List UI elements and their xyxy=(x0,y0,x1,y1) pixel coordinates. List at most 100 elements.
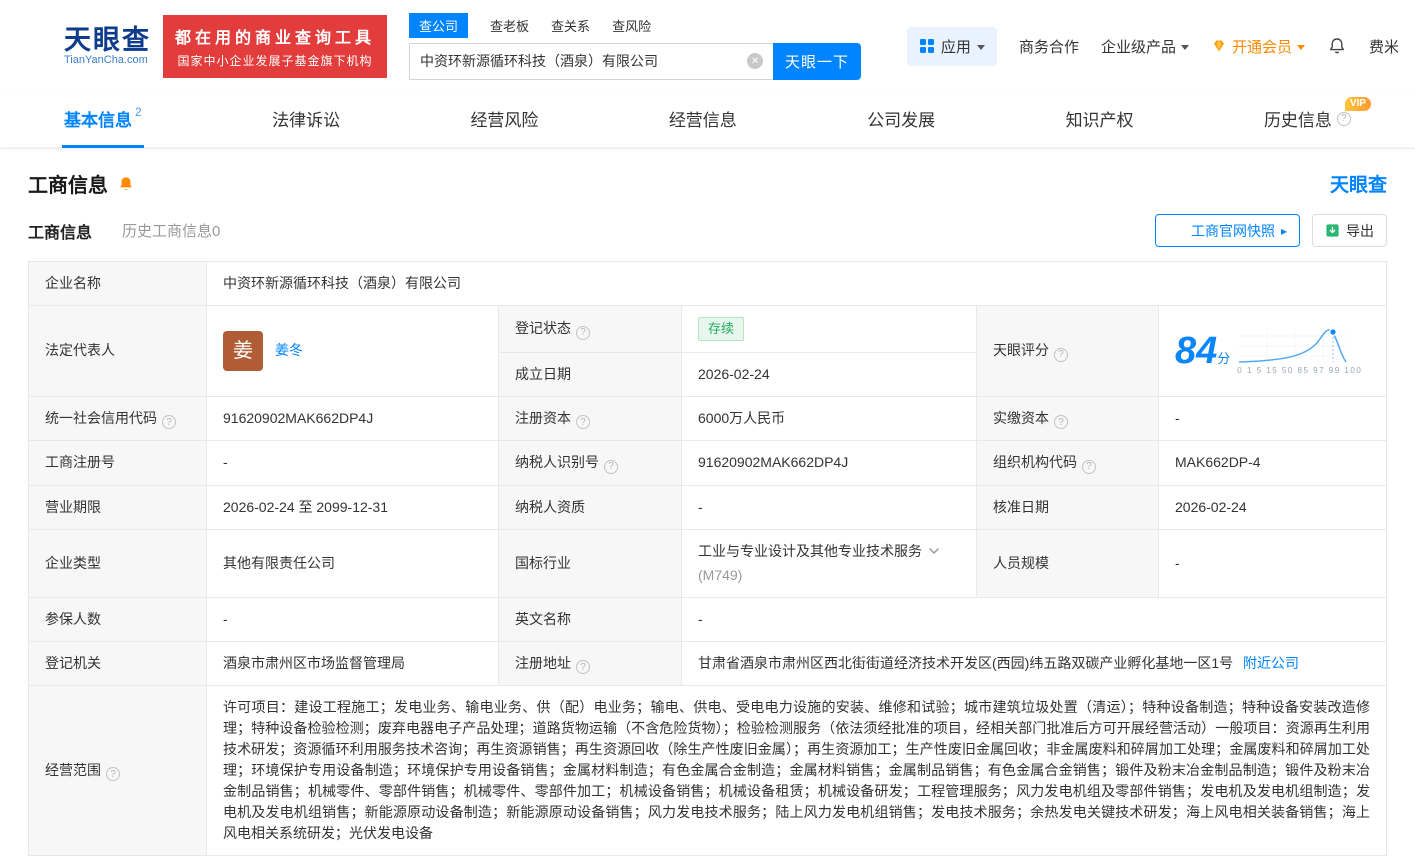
open-vip-menu[interactable]: 开通会员 xyxy=(1211,36,1305,57)
industry-value: 工业与专业设计及其他专业技术服务 (M749) xyxy=(681,528,977,598)
reg-authority-value: 酒泉市肃州区市场监督管理局 xyxy=(206,640,499,686)
tab-operating-info[interactable]: 经营信息 xyxy=(667,92,739,148)
header-right-menu: 应用 商务合作 企业级产品 开通会员 费米 xyxy=(906,26,1399,66)
search-area: 查公司 查老板 查关系 查风险 天眼一下 xyxy=(409,12,862,80)
reg-number-value: - xyxy=(206,440,499,486)
section-header: 工商信息 天眼查 xyxy=(0,149,1415,204)
tab-basic-info[interactable]: 基本信息 2 xyxy=(62,92,144,148)
help-icon[interactable] xyxy=(1054,415,1068,429)
tianyancha-logo[interactable]: 天眼查 TianYanCha.com xyxy=(10,23,151,69)
tab-risk-label: 经营风险 xyxy=(470,111,539,130)
brand-name: 天眼查 xyxy=(64,24,151,55)
help-icon[interactable] xyxy=(1054,347,1068,362)
tab-legal-proceedings[interactable]: 法律诉讼 xyxy=(270,92,342,148)
snapshot-label: 工商官网快照 xyxy=(1190,222,1275,239)
label-reg-address: 注册地址 xyxy=(498,640,682,686)
table-row: 工商注册号 - 纳税人识别号 91620902MAK662DP4J 组织机构代码… xyxy=(28,440,1387,486)
search-tab-relation[interactable]: 查关系 xyxy=(551,13,590,38)
label-english-name: 英文名称 xyxy=(498,596,682,642)
status-badge: 存续 xyxy=(698,317,745,341)
paid-capital-value: - xyxy=(1158,395,1387,441)
tab-legal-label: 法律诉讼 xyxy=(272,111,341,130)
label-business-term: 营业期限 xyxy=(28,484,207,530)
tianyan-score-cell[interactable]: 84分 0 1 5 15 50 85 97 99 100 xyxy=(1158,305,1387,397)
help-icon[interactable] xyxy=(576,660,590,674)
export-button[interactable]: 导出 xyxy=(1312,214,1387,247)
taxpayer-id-value: 91620902MAK662DP4J xyxy=(681,440,977,486)
help-icon[interactable] xyxy=(576,415,590,429)
export-label: 导出 xyxy=(1346,222,1374,239)
apps-menu[interactable]: 应用 xyxy=(906,26,997,66)
help-icon[interactable] xyxy=(604,459,618,474)
subscribe-bell-icon[interactable] xyxy=(117,175,135,193)
table-row: 统一社会信用代码 91620902MAK662DP4J 注册资本 6000万人民… xyxy=(28,395,1387,441)
table-row: 经营范围 许可项目：建设工程施工；发电业务、输电业务、供（配）电业务；输电、供电… xyxy=(28,685,1387,856)
legal-rep-name-link[interactable]: 姜冬 xyxy=(275,340,303,361)
search-bar: 天眼一下 xyxy=(409,42,862,80)
help-icon[interactable] xyxy=(1082,459,1096,474)
vip-badge: VIP xyxy=(1344,97,1371,111)
legal-rep-avatar[interactable]: 姜 xyxy=(223,330,263,371)
label-credit-code: 统一社会信用代码 xyxy=(28,395,207,441)
label-business-scope: 经营范围 xyxy=(28,685,207,856)
label-reg-number: 工商注册号 xyxy=(28,440,207,486)
search-tab-company[interactable]: 查公司 xyxy=(409,12,469,38)
section-brand-mark: 天眼查 xyxy=(1303,170,1387,197)
table-row: 营业期限 2026-02-24 至 2099-12-31 纳税人资质 - 核准日… xyxy=(28,484,1387,530)
clear-search-icon[interactable] xyxy=(747,53,764,69)
org-code-value: MAK662DP-4 xyxy=(1158,440,1387,486)
company-type-value: 其他有限责任公司 xyxy=(206,528,499,598)
notifications-bell-icon[interactable] xyxy=(1327,36,1347,56)
label-org-code: 组织机构代码 xyxy=(976,440,1159,486)
subtab-history-business-info[interactable]: 历史工商信息0 xyxy=(122,220,220,241)
label-taxpayer-quality: 纳税人资质 xyxy=(498,484,682,530)
label-staff-size: 人员规模 xyxy=(976,528,1159,598)
score-value: 84 xyxy=(1175,329,1218,372)
help-icon[interactable] xyxy=(162,415,176,429)
label-reg-status: 登记状态 xyxy=(498,305,682,353)
label-paid-capital: 实缴资本 xyxy=(976,395,1159,441)
approval-date-value: 2026-02-24 xyxy=(1158,484,1387,530)
search-input-wrap xyxy=(409,42,774,80)
table-row: 参保人数 - 英文名称 - xyxy=(28,596,1387,642)
tab-operating-risk[interactable]: 经营风险 xyxy=(468,92,540,148)
section-brand-text: 天眼查 xyxy=(1329,175,1387,196)
search-tab-risk[interactable]: 查风险 xyxy=(612,13,651,38)
open-vip-label: 开通会员 xyxy=(1231,38,1292,56)
table-row: 法定代表人 姜 姜冬 登记状态 存续 天眼评分 84分 xyxy=(28,305,1387,397)
tab-operation-label: 经营信息 xyxy=(668,111,737,130)
help-icon[interactable] xyxy=(1336,111,1351,126)
official-snapshot-button[interactable]: 工商官网快照 xyxy=(1154,214,1300,247)
search-button[interactable]: 天眼一下 xyxy=(773,42,862,80)
label-tianyan-score: 天眼评分 xyxy=(976,305,1159,397)
help-icon[interactable] xyxy=(576,325,590,340)
tianyancha-mini-logo-icon xyxy=(1303,173,1325,195)
score-curve-chart xyxy=(1239,328,1348,363)
business-cooperation-link[interactable]: 商务合作 xyxy=(1019,36,1079,57)
taxpayer-quality-value: - xyxy=(681,484,977,530)
username[interactable]: 费米 xyxy=(1369,36,1399,57)
tab-history-info[interactable]: 历史信息 VIP xyxy=(1262,92,1371,148)
search-input[interactable] xyxy=(420,53,748,69)
industry-expander[interactable]: 工业与专业设计及其他专业技术服务 xyxy=(698,541,960,562)
business-term-value: 2026-02-24 至 2099-12-31 xyxy=(206,484,499,530)
legal-rep-cell: 姜 姜冬 xyxy=(206,305,499,397)
nearby-company-link[interactable]: 附近公司 xyxy=(1243,655,1299,671)
section-title: 工商信息 xyxy=(28,175,108,197)
help-icon[interactable] xyxy=(106,767,120,782)
enterprise-products-label: 企业级产品 xyxy=(1100,38,1176,56)
enterprise-products-menu[interactable]: 企业级产品 xyxy=(1101,36,1189,57)
business-scope-value: 许可项目：建设工程施工；发电业务、输电业务、供（配）电业务；输电、供电、受电电力… xyxy=(206,685,1387,856)
subtab-business-info[interactable]: 工商信息 xyxy=(28,219,92,243)
tianyancha-logo-icon xyxy=(10,23,56,69)
search-tab-boss[interactable]: 查老板 xyxy=(490,13,529,38)
subtab-row: 工商信息 历史工商信息0 工商官网快照 导出 xyxy=(0,204,1415,259)
tab-intellectual-property[interactable]: 知识产权 xyxy=(1064,92,1136,148)
industry-code: (M749) xyxy=(698,566,743,583)
tab-company-development[interactable]: 公司发展 xyxy=(865,92,937,148)
company-name-value: 中资环新源循环科技（酒泉）有限公司 xyxy=(206,261,1387,306)
caret-down-icon xyxy=(1296,44,1305,50)
tab-basic-info-label: 基本信息 xyxy=(64,111,132,130)
tab-history-label: 历史信息 xyxy=(1263,111,1332,130)
reg-address-value: 甘肃省酒泉市肃州区西北街街道经济技术开发区(西园)纬五路双碳产业孵化基地一区1号… xyxy=(681,640,1387,686)
